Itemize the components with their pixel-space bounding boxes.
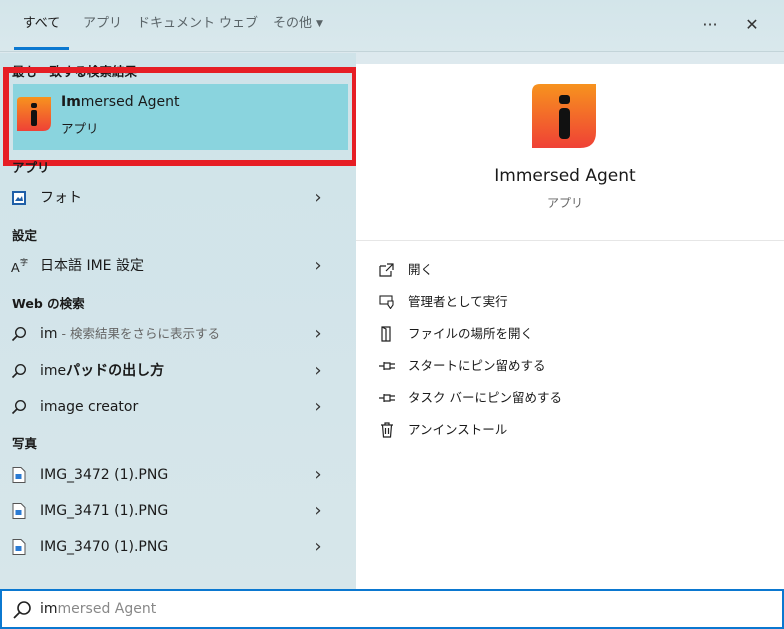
action-label: アンインストール: [408, 422, 508, 437]
chevron-right-icon[interactable]: ›: [310, 457, 326, 493]
action-open[interactable]: 開く: [356, 254, 784, 286]
search-icon: [10, 398, 28, 416]
chevron-right-icon[interactable]: ›: [310, 248, 326, 284]
search-icon: [10, 325, 28, 343]
action-label: スタートにピン留めする: [408, 358, 546, 373]
result-web-ime-pad[interactable]: imeパッドの出し方 ›: [0, 353, 356, 389]
image-file-icon: [10, 502, 28, 520]
tab-more[interactable]: その他 ▼: [273, 0, 323, 50]
result-label: フォト: [40, 190, 82, 206]
app-detail-panel: Immersed Agent アプリ 開く 管理者として実行 ファイルの場所を開…: [356, 64, 784, 589]
result-label: IMG_3470 (1).PNG: [40, 539, 169, 555]
chevron-right-icon[interactable]: ›: [310, 493, 326, 529]
result-web-image-creator[interactable]: image creator ›: [0, 389, 356, 425]
result-label: im - 検索結果をさらに表示する: [40, 326, 220, 342]
svg-text:字: 字: [20, 257, 28, 267]
file-location-icon: [378, 326, 396, 342]
ime-settings-icon: A字: [10, 257, 28, 275]
search-icon: [12, 600, 32, 624]
immersed-agent-logo-icon: [532, 84, 596, 148]
section-web-search: Web の検索: [12, 296, 85, 311]
tab-all-label: すべて: [22, 16, 61, 31]
action-pin-to-start[interactable]: スタートにピン留めする: [356, 350, 784, 382]
result-ime-settings[interactable]: A字 日本語 IME 設定 ›: [0, 248, 356, 284]
chevron-right-icon[interactable]: ›: [310, 180, 326, 216]
best-match-title: Immersed Agent: [61, 94, 180, 110]
open-icon: [378, 262, 396, 278]
image-file-icon: [10, 466, 28, 484]
action-run-as-admin[interactable]: 管理者として実行: [356, 286, 784, 318]
action-uninstall[interactable]: アンインストール: [356, 414, 784, 446]
pin-start-icon: [378, 358, 396, 374]
photos-icon: [10, 189, 28, 207]
tab-apps-label: アプリ: [83, 16, 123, 31]
tab-documents-label: ドキュメント: [137, 16, 216, 31]
section-apps: アプリ: [12, 160, 50, 175]
action-label: タスク バーにピン留めする: [408, 390, 562, 405]
action-open-file-location[interactable]: ファイルの場所を開く: [356, 318, 784, 350]
detail-app-kind: アプリ: [546, 196, 583, 210]
search-input[interactable]: immersed Agent: [40, 591, 156, 627]
detail-app-name: Immersed Agent: [494, 166, 636, 186]
chevron-right-icon[interactable]: ›: [310, 389, 326, 425]
chevron-right-icon[interactable]: ›: [310, 353, 326, 389]
close-icon[interactable]: ✕: [739, 12, 765, 38]
best-match-item[interactable]: Immersed Agent アプリ: [13, 84, 348, 150]
result-photos-app[interactable]: フォト ›: [0, 180, 356, 216]
chevron-down-icon: ▼: [316, 19, 323, 29]
chevron-right-icon[interactable]: ›: [310, 529, 326, 565]
result-label: IMG_3471 (1).PNG: [40, 503, 169, 519]
immersed-agent-logo-icon: [17, 97, 51, 131]
divider: [356, 240, 784, 241]
pin-taskbar-icon: [378, 390, 396, 406]
action-pin-to-taskbar[interactable]: タスク バーにピン留めする: [356, 382, 784, 414]
tab-apps[interactable]: アプリ: [83, 0, 122, 50]
result-photo-file[interactable]: IMG_3472 (1).PNG ›: [0, 457, 356, 493]
annotation-highlight-box: Immersed Agent アプリ: [3, 67, 356, 166]
result-label: imeパッドの出し方: [40, 363, 165, 379]
svg-text:A: A: [11, 260, 20, 275]
result-label: 日本語 IME 設定: [40, 258, 144, 274]
action-label: 開く: [408, 262, 434, 277]
image-file-icon: [10, 538, 28, 556]
more-options-icon[interactable]: ···: [697, 12, 723, 38]
action-label: ファイルの場所を開く: [408, 326, 534, 341]
search-filter-bar: すべて アプリ ドキュメント ウェブ その他 ▼ ··· ✕: [0, 0, 784, 52]
action-label: 管理者として実行: [408, 294, 508, 309]
section-settings: 設定: [12, 228, 38, 243]
tab-more-label: その他: [273, 16, 313, 31]
result-web-im[interactable]: im - 検索結果をさらに表示する ›: [0, 316, 356, 352]
search-icon: [10, 362, 28, 380]
result-label: IMG_3472 (1).PNG: [40, 467, 169, 483]
tab-web[interactable]: ウェブ: [219, 0, 258, 50]
result-label: image creator: [40, 399, 139, 415]
chevron-right-icon[interactable]: ›: [310, 316, 326, 352]
search-box[interactable]: immersed Agent: [0, 589, 784, 629]
tab-web-label: ウェブ: [219, 16, 259, 31]
tab-documents[interactable]: ドキュメント: [137, 0, 215, 50]
result-photo-file[interactable]: IMG_3471 (1).PNG ›: [0, 493, 356, 529]
best-match-subtitle: アプリ: [61, 121, 99, 136]
results-list: 最も一致する検索結果 Immersed Agent アプリ アプリ フォト › …: [0, 53, 356, 589]
result-photo-file[interactable]: IMG_3470 (1).PNG ›: [0, 529, 356, 565]
section-photos: 写真: [12, 436, 38, 451]
tab-all[interactable]: すべて: [14, 0, 69, 50]
trash-icon: [378, 422, 396, 438]
run-as-admin-icon: [378, 294, 396, 310]
